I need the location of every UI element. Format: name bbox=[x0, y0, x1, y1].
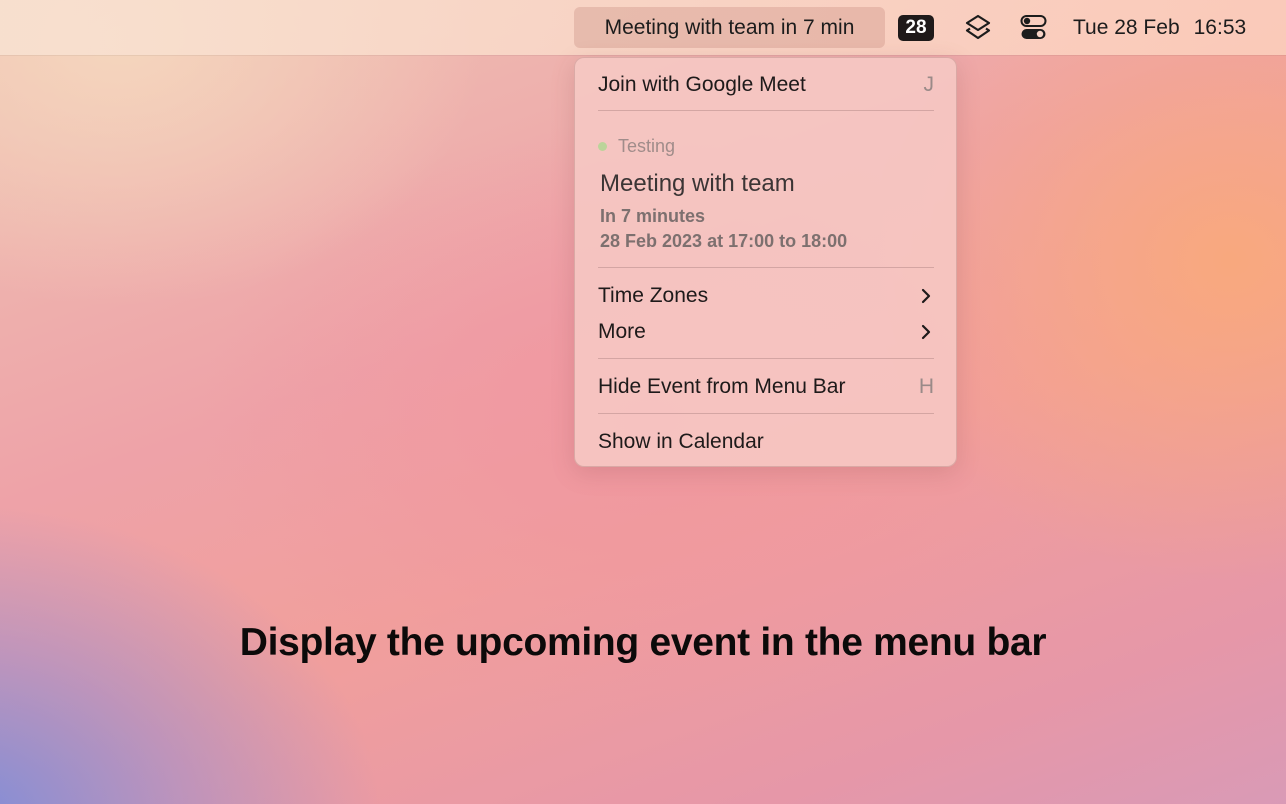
join-google-meet-label: Join with Google Meet bbox=[598, 73, 806, 96]
calendar-day-badge-icon[interactable]: 28 bbox=[898, 15, 934, 41]
time-zones-label: Time Zones bbox=[598, 284, 709, 307]
hide-shortcut: H bbox=[918, 375, 934, 398]
more-label: More bbox=[598, 320, 646, 343]
calendar-color-dot-icon bbox=[598, 142, 607, 151]
menu-separator bbox=[598, 358, 934, 359]
time-zones-item[interactable]: Time Zones bbox=[598, 280, 934, 312]
hide-event-label: Hide Event from Menu Bar bbox=[598, 375, 846, 398]
more-item[interactable]: More bbox=[598, 316, 934, 348]
control-center-icon[interactable] bbox=[1020, 14, 1047, 42]
clock-time: 16:53 bbox=[1193, 16, 1247, 39]
layers-icon[interactable] bbox=[964, 13, 992, 43]
menubar-clock[interactable]: Tue 28 Feb 16:53 bbox=[1073, 7, 1246, 48]
caption-text: Display the upcoming event in the menu b… bbox=[239, 621, 1047, 664]
menu-separator bbox=[598, 413, 934, 414]
menu-bar: Meeting with team in 7 min 28 Tue 28 Feb… bbox=[0, 0, 1286, 55]
event-relative-time: In 7 minutes bbox=[600, 206, 706, 226]
show-in-calendar-label: Show in Calendar bbox=[598, 430, 764, 453]
calendar-name: Testing bbox=[618, 136, 676, 156]
upcoming-event-status-item[interactable]: Meeting with team in 7 min bbox=[574, 7, 885, 48]
chevron-right-icon bbox=[921, 324, 931, 340]
chevron-right-icon bbox=[921, 288, 931, 304]
join-google-meet-item[interactable]: Join with Google Meet J bbox=[598, 69, 934, 101]
event-time-range: 28 Feb 2023 at 17:00 to 18:00 bbox=[600, 231, 848, 251]
hide-event-item[interactable]: Hide Event from Menu Bar H bbox=[598, 371, 934, 403]
calendar-name-row: Testing bbox=[598, 134, 675, 158]
menu-separator bbox=[598, 267, 934, 268]
event-dropdown-menu: Join with Google Meet J Testing Meeting … bbox=[574, 57, 957, 467]
join-shortcut: J bbox=[923, 73, 935, 96]
clock-date: Tue 28 Feb bbox=[1073, 16, 1180, 39]
show-in-calendar-item[interactable]: Show in Calendar bbox=[598, 426, 934, 458]
event-title: Meeting with team bbox=[600, 170, 795, 197]
menu-separator bbox=[598, 110, 934, 111]
